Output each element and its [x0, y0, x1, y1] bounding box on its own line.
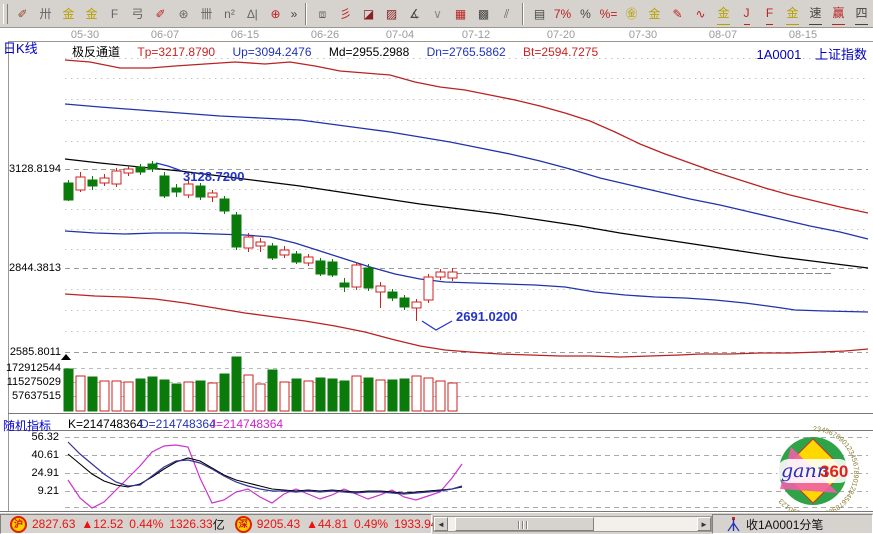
channel-header: 极反通道 Tp=3217.8790 Up=3094.2476 Md=2955.2…	[72, 43, 612, 60]
scroll-left-button[interactable]: ◄	[434, 517, 448, 531]
symbol-name: 上证指数	[815, 47, 867, 62]
index-quotes-section: 沪 2827.63 ▲12.52 0.44% 1326.33 亿 深 9205.…	[0, 514, 432, 534]
date-tick-label: 05-30	[63, 29, 107, 41]
kdj-axis-label: 24.91	[0, 467, 59, 479]
kdj-d-value: D=214748364	[140, 417, 216, 431]
antenna-icon[interactable]	[727, 517, 740, 532]
symbol-code: 1A0001	[757, 47, 802, 62]
status-bar: 沪 2827.63 ▲12.52 0.44% 1326.33 亿 深 9205.…	[0, 512, 873, 534]
shanghai-badge-icon[interactable]: 沪	[10, 516, 27, 533]
logo-360-text: 360	[820, 462, 848, 481]
date-tick-label: 06-15	[223, 29, 267, 41]
feed-status-label: 收1A0001分笔	[746, 516, 823, 533]
kdj-axis-label: 40.61	[0, 449, 59, 461]
channel-up-value: Up=3094.2476	[232, 45, 311, 59]
low-annotation: 2691.0200	[456, 309, 517, 324]
channel-md-value: Md=2955.2988	[329, 45, 409, 59]
scrollbar-thumb[interactable]	[455, 517, 594, 531]
symbol-header: 1A0001 上证指数	[757, 44, 867, 63]
date-tick-label: 07-20	[539, 29, 583, 41]
sh-change: ▲12.52	[81, 517, 123, 531]
sz-pct: 0.49%	[354, 517, 388, 531]
date-tick-label: 07-30	[621, 29, 665, 41]
scrollbar-grip	[518, 521, 528, 529]
price-axis-label: 2844.3813	[0, 262, 61, 274]
high-annotation: 3128.7200	[183, 169, 244, 184]
kdj-axis-label: 56.32	[0, 431, 59, 443]
price-axis-label: 3128.8194	[0, 163, 61, 175]
volume-axis-label: 172912544	[0, 362, 61, 374]
channel-tp-value: Tp=3217.8790	[137, 45, 215, 59]
date-tick-label: 06-26	[303, 29, 347, 41]
sz-amount: 1933.94	[394, 517, 437, 531]
date-tick-label: 08-07	[701, 29, 745, 41]
date-tick-label: 07-12	[454, 29, 498, 41]
kdj-k-value: K=214748364	[68, 417, 143, 431]
period-label[interactable]: 日K线	[3, 38, 38, 57]
feed-status-section: 收1A0001分笔	[712, 514, 873, 534]
channel-name: 极反通道	[72, 45, 120, 59]
sh-amount: 1326.33	[169, 517, 212, 531]
horizontal-scrollbar[interactable]: ◄ ►	[433, 516, 712, 532]
stock-chart-app: ✐卅金金F弓✐⊛卌n²∆|⊕»⧈彡◪▨∡∨▦▩⫽▤7%%%=㊎金✎∿金JF金速赢…	[0, 0, 873, 534]
scroll-right-button[interactable]: ►	[697, 517, 711, 531]
volume-axis-label: 57637515	[0, 390, 61, 402]
date-tick-label: 06-07	[143, 29, 187, 41]
channel-dn-value: Dn=2765.5862	[427, 45, 506, 59]
shenzhen-badge-icon[interactable]: 深	[235, 516, 252, 533]
date-tick-label: 08-15	[781, 29, 825, 41]
sz-change: ▲44.81	[306, 517, 348, 531]
sh-amount-unit: 亿	[213, 516, 225, 533]
gann360-logo: 2345678901234567890123456789012345678901…	[756, 424, 866, 520]
sz-price: 9205.43	[257, 517, 300, 531]
price-axis-label: 2585.8011	[0, 346, 61, 358]
sh-pct: 0.44%	[129, 517, 163, 531]
channel-bt-value: Bt=2594.7275	[523, 45, 598, 59]
kdj-axis-label: 9.21	[0, 485, 59, 497]
chart-canvas[interactable]	[0, 0, 873, 534]
sh-price: 2827.63	[32, 517, 75, 531]
kdj-j-value: J=214748364	[210, 417, 283, 431]
volume-axis-label: 115275029	[0, 376, 61, 388]
date-tick-label: 07-04	[378, 29, 422, 41]
